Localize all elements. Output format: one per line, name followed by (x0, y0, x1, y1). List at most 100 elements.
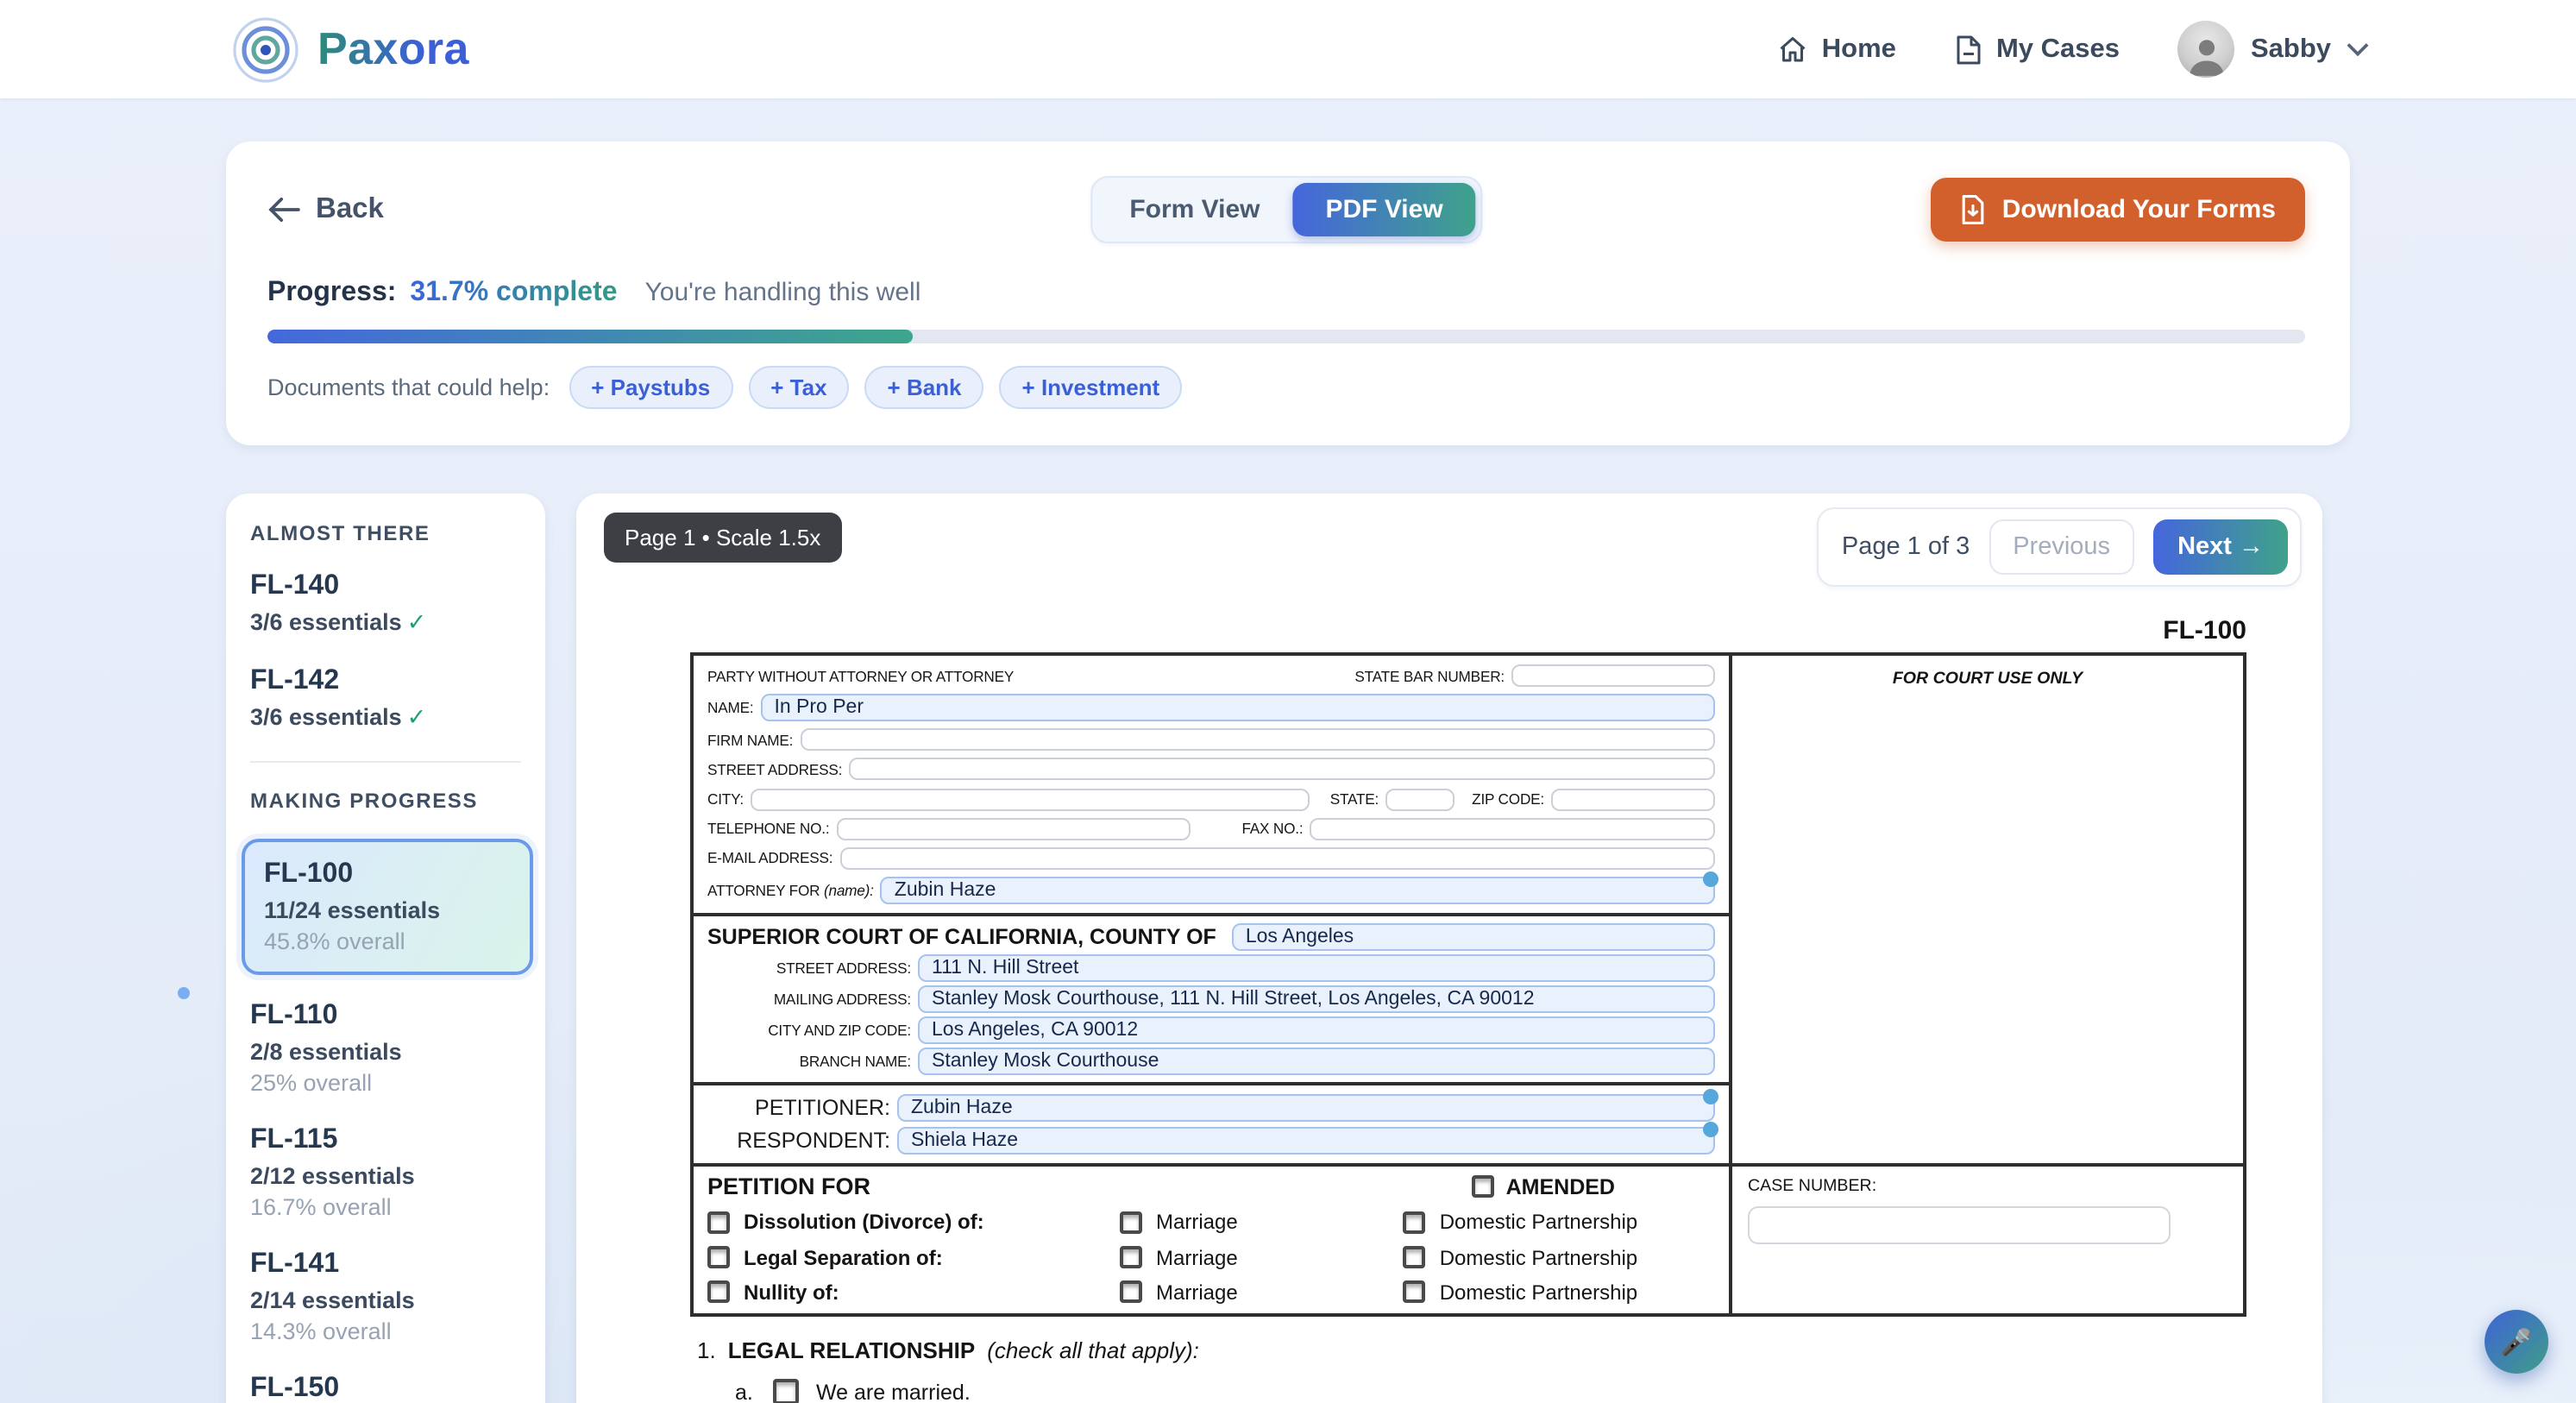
document-icon (1955, 34, 1982, 65)
state-input[interactable] (1385, 788, 1454, 810)
essentials-count: 3/6 essentials (250, 609, 402, 635)
add-investment-chip[interactable]: + Investment (1000, 366, 1183, 409)
city-input[interactable] (751, 788, 1310, 810)
progress-card: Back Form View PDF View Download Your Fo… (226, 142, 2350, 445)
nav-my-cases[interactable]: My Cases (1955, 34, 2120, 65)
overall-percent: 45.8% overall (264, 928, 511, 954)
form-caption-box: PARTY WITHOUT ATTORNEY OR ATTORNEY STATE… (690, 652, 2246, 1317)
progress-summary: Progress: 31.7% complete You're handling… (267, 278, 2305, 309)
back-button[interactable]: Back (267, 192, 384, 225)
overall-percent: 16.7% overall (250, 1194, 521, 1220)
zip-code-label: ZIP CODE: (1472, 790, 1544, 808)
petitioner-input[interactable]: Zubin Haze (897, 1094, 1715, 1122)
court-mailing-input[interactable]: Stanley Mosk Courthouse, 111 N. Hill Str… (918, 985, 1715, 1013)
legal-separation-marriage-checkbox[interactable] (1120, 1246, 1142, 1268)
pdf-form-fl-100: FL-100 PARTY WITHOUT ATTORNEY OR ATTORNE… (690, 616, 2246, 1403)
city-label: CITY: (707, 790, 744, 808)
nullity-domestic-partnership-checkbox[interactable] (1404, 1281, 1426, 1304)
documents-label: Documents that could help: (267, 374, 550, 400)
name-input[interactable]: In Pro Per (760, 694, 1715, 721)
petitioner-label: PETITIONER: (707, 1096, 890, 1120)
progress-bar-fill (267, 330, 914, 343)
fax-input[interactable] (1310, 817, 1715, 840)
sidebar-item-fl-100[interactable]: FL-100 11/24 essentials 45.8% overall (242, 839, 533, 975)
petition-section: PETITION FOR AMENDED Dissolution (Divorc… (694, 1167, 1729, 1313)
next-page-button[interactable]: Next → (2153, 519, 2288, 575)
suggested-documents: Documents that could help: + Paystubs + … (267, 366, 2305, 409)
nav-home-label: Home (1822, 34, 1896, 65)
check-icon: ✓ (407, 609, 427, 635)
add-tax-chip[interactable]: + Tax (748, 366, 849, 409)
sidebar-item-fl-110[interactable]: FL-110 2/8 essentials 25% overall (250, 1001, 521, 1096)
sidebar-item-fl-140[interactable]: FL-140 3/6 essentials✓ (250, 571, 521, 637)
progress-label: Progress: (267, 278, 396, 309)
nullity-marriage-checkbox[interactable] (1120, 1281, 1142, 1304)
amended-checkbox[interactable] (1472, 1175, 1494, 1198)
page-scale-badge: Page 1 • Scale 1.5x (604, 513, 841, 563)
domestic-partnership-label: Domestic Partnership (1440, 1245, 1637, 1269)
microphone-icon: 🎤 (2500, 1326, 2532, 1357)
county-input[interactable]: Los Angeles (1232, 923, 1715, 951)
branch-name-input[interactable]: Stanley Mosk Courthouse (918, 1048, 1715, 1075)
dissolution-checkbox[interactable] (707, 1211, 730, 1234)
parties-section: PETITIONER: Zubin Haze RESPONDENT: Shiel… (694, 1085, 1729, 1167)
check-icon: ✓ (407, 704, 427, 730)
legal-relationship-section: 1. LEGAL RELATIONSHIP (check all that ap… (690, 1337, 2246, 1403)
telephone-input[interactable] (836, 817, 1190, 840)
download-forms-button[interactable]: Download Your Forms (1932, 177, 2305, 241)
dissolution-label: Dissolution (Divorce) of: (744, 1211, 1120, 1235)
form-code: FL-115 (250, 1125, 521, 1156)
essentials-count: 11/24 essentials (264, 897, 511, 923)
add-paystubs-chip[interactable]: + Paystubs (569, 366, 732, 409)
user-menu[interactable]: Sabby (2178, 21, 2369, 78)
court-street-input[interactable]: 111 N. Hill Street (918, 954, 1715, 982)
marriage-label: Marriage (1156, 1280, 1238, 1305)
state-bar-label: STATE BAR NUMBER: (1354, 667, 1505, 684)
overall-percent: 14.3% overall (250, 1318, 521, 1344)
legal-separation-domestic-partnership-checkbox[interactable] (1404, 1246, 1426, 1268)
state-bar-input[interactable] (1511, 664, 1715, 687)
case-number-input[interactable] (1748, 1206, 2171, 1244)
court-mailing-label: MAILING ADDRESS: (707, 991, 911, 1008)
legal-separation-checkbox[interactable] (707, 1246, 730, 1268)
we-are-married-checkbox[interactable] (773, 1379, 799, 1403)
name-label: NAME: (707, 699, 753, 716)
firm-name-input[interactable] (800, 729, 1715, 752)
brand[interactable]: Paxora (231, 15, 469, 84)
previous-page-button[interactable]: Previous (1989, 519, 2134, 575)
pdf-viewer: Page 1 • Scale 1.5x Page 1 of 3 Previous… (576, 494, 2322, 1403)
user-name: Sabby (2251, 34, 2331, 65)
arrow-left-icon (267, 196, 300, 222)
add-bank-chip[interactable]: + Bank (865, 366, 984, 409)
download-label: Download Your Forms (2002, 194, 2276, 223)
chevron-down-icon (2347, 41, 2369, 57)
email-input[interactable] (839, 847, 1715, 870)
street-address-input[interactable] (849, 758, 1715, 781)
nav-home[interactable]: Home (1777, 34, 1896, 65)
section-heading-almost-there: ALMOST THERE (250, 521, 521, 545)
attorney-for-input[interactable]: Zubin Haze (881, 877, 1715, 904)
voice-assistant-button[interactable]: 🎤 (2485, 1310, 2548, 1374)
for-court-use-only-label: FOR COURT USE ONLY (1893, 670, 2083, 689)
form-view-tab[interactable]: Form View (1096, 183, 1292, 236)
dissolution-domestic-partnership-checkbox[interactable] (1404, 1211, 1426, 1234)
respondent-input[interactable]: Shiela Haze (897, 1127, 1715, 1154)
pdf-view-tab[interactable]: PDF View (1293, 183, 1476, 236)
domestic-partnership-label: Domestic Partnership (1440, 1211, 1637, 1235)
court-city-zip-input[interactable]: Los Angeles, CA 90012 (918, 1016, 1715, 1044)
essentials-count: 3/6 essentials (250, 704, 402, 730)
court-header-label: SUPERIOR COURT OF CALIFORNIA, COUNTY OF (707, 925, 1216, 949)
zip-code-input[interactable] (1551, 788, 1715, 810)
sidebar-item-fl-142[interactable]: FL-142 3/6 essentials✓ (250, 666, 521, 732)
sidebar-item-fl-115[interactable]: FL-115 2/12 essentials 16.7% overall (250, 1125, 521, 1220)
sidebar-item-fl-141[interactable]: FL-141 2/14 essentials 14.3% overall (250, 1249, 521, 1344)
legal-relationship-subtitle: (check all that apply): (987, 1337, 1199, 1363)
marriage-label: Marriage (1156, 1211, 1238, 1235)
dissolution-marriage-checkbox[interactable] (1120, 1211, 1142, 1234)
sidebar-item-fl-150[interactable]: FL-150 3/12 essentials 25% overall (250, 1374, 521, 1403)
section-heading-making-progress: MAKING PROGRESS (250, 789, 521, 813)
nullity-checkbox[interactable] (707, 1281, 730, 1304)
for-court-use-only-box: FOR COURT USE ONLY (1732, 656, 2243, 1167)
progress-message: You're handling this well (645, 278, 921, 307)
amended-label: AMENDED (1506, 1174, 1615, 1199)
